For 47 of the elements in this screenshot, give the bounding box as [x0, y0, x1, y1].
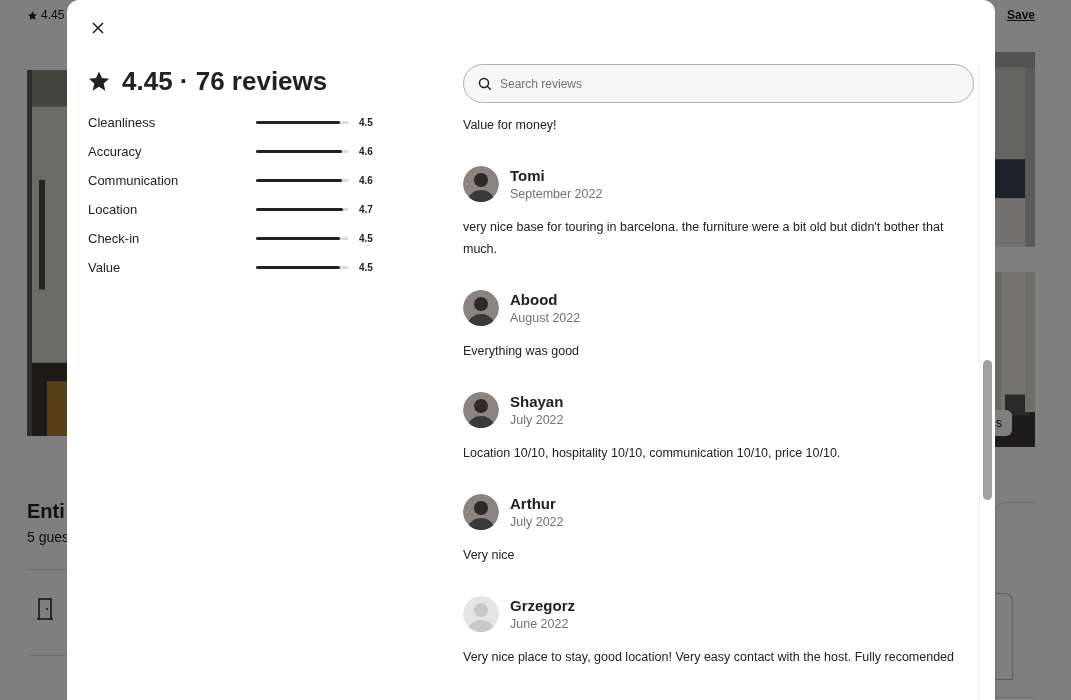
- door-icon: [36, 598, 54, 620]
- category-score: 4.7: [359, 204, 373, 215]
- reviewer-name: Tomi: [510, 167, 546, 184]
- review-date: July 2022: [510, 413, 564, 427]
- input-field[interactable]: [996, 593, 1013, 680]
- category-score: 4.5: [359, 262, 373, 273]
- search-field[interactable]: Search reviews: [463, 64, 974, 103]
- avatar: [463, 596, 499, 632]
- review-text: Very nice place to stay, good location! Very easy contact with the host. Fully recomended: [463, 649, 955, 666]
- category-score: 4.6: [359, 175, 373, 186]
- reviewer-name: Arthur: [510, 495, 557, 512]
- listing-subtitle: 5 gues: [27, 529, 67, 545]
- category-label: Check-in: [88, 231, 141, 246]
- scrollbar-thumb[interactable]: [983, 360, 992, 500]
- category-score: 4.6: [359, 146, 373, 157]
- review-date: June 2022: [510, 617, 570, 631]
- review-text: Location 10/10, hospitality 10/10, communication 10/10, price 10/10.: [463, 445, 842, 462]
- rating-text: 4.45: [41, 8, 65, 22]
- category-score: 4.5: [359, 233, 373, 244]
- avatar: [463, 392, 499, 428]
- review-date: July 2022: [510, 515, 564, 529]
- reviewer-name: Abood: [510, 291, 559, 308]
- star-icon: [27, 9, 38, 21]
- reviewer-name: Grzegorz: [510, 597, 575, 614]
- review-date: September 2022: [510, 187, 603, 201]
- review-text: very nice base for touring in barcelona. the furniture were a bit old but didn't bother that much.: [463, 219, 945, 258]
- category-label: Cleanliness: [88, 115, 157, 130]
- review-text: Value for money!: [463, 117, 558, 134]
- search-icon: [478, 77, 492, 91]
- reviewer-name: Shayan: [510, 393, 564, 410]
- save-link[interactable]: Save: [1007, 8, 1036, 22]
- category-label: Communication: [88, 173, 180, 188]
- close-icon: [92, 22, 104, 34]
- star-icon: [88, 70, 110, 92]
- review-date: August 2022: [510, 311, 581, 325]
- avatar: [463, 166, 499, 202]
- review-text: Very nice: [463, 547, 516, 564]
- category-label: Location: [88, 202, 139, 217]
- avatar: [463, 290, 499, 326]
- category-label: Value: [88, 260, 122, 275]
- review-text: Everything was good: [463, 343, 581, 360]
- show-photos-button[interactable]: s: [995, 410, 1012, 436]
- category-label: Accuracy: [88, 144, 143, 159]
- reviews-heading: 4.45 · 76 reviews: [122, 65, 328, 97]
- listing-title: Enti: [27, 500, 66, 523]
- category-score: 4.5: [359, 117, 373, 128]
- avatar: [463, 494, 499, 530]
